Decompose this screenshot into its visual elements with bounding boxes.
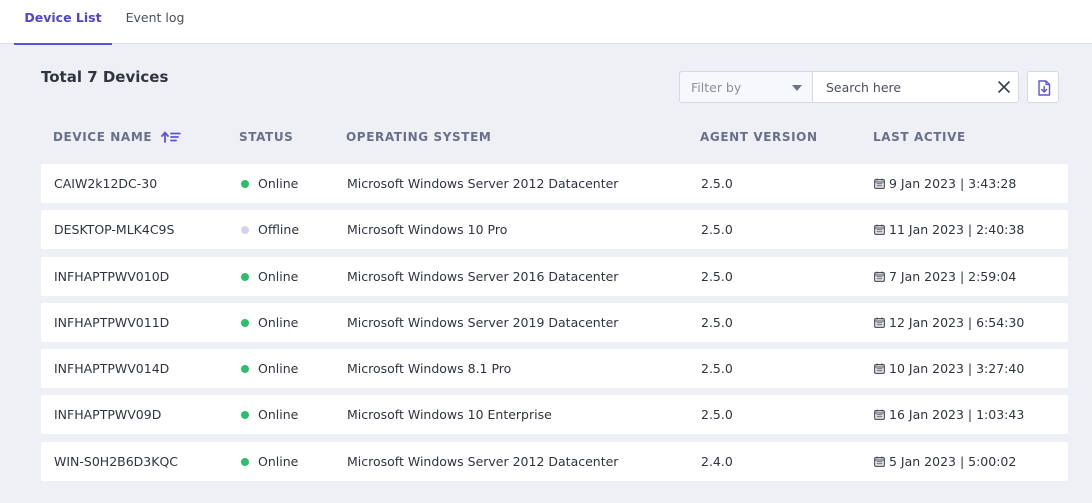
status-cell: Online [241, 349, 298, 388]
operating-system: Microsoft Windows Server 2012 Datacenter [347, 453, 619, 469]
last-active-text: 11 Jan 2023 | 2:40:38 [889, 222, 1025, 238]
status-text: Online [258, 268, 299, 284]
status-cell: Online [241, 395, 298, 434]
status-text: Online [258, 453, 299, 469]
operating-system: Microsoft Windows Server 2019 Datacenter [347, 314, 619, 330]
device-name: DESKTOP-MLK4C9S [54, 222, 175, 238]
column-header-status: STATUS [239, 130, 294, 144]
status-cell: Online [241, 257, 298, 296]
device-name: WIN-S0H2B6D3KQC [54, 453, 179, 469]
calendar-icon [874, 317, 885, 328]
table-row[interactable]: INFHAPTPWV010D Online Microsoft Windows … [41, 256, 1068, 296]
device-name: INFHAPTPWV014D [54, 361, 170, 377]
last-active-cell: 5 Jan 2023 | 5:00:02 [874, 442, 1016, 481]
device-name: INFHAPTPWV011D [54, 314, 170, 330]
agent-version: 2.5.0 [701, 407, 733, 423]
status-dot-icon [241, 180, 249, 188]
status-text: Online [258, 407, 299, 423]
tab-event-log[interactable]: Event log [120, 0, 190, 44]
calendar-icon [874, 409, 885, 421]
device-name: INFHAPTPWV09D [54, 407, 162, 423]
calendar-icon [874, 224, 885, 236]
status-dot-icon [241, 365, 249, 374]
operating-system: Microsoft Windows Server 2016 Datacenter [347, 268, 619, 284]
column-header-label: DEVICE NAME [53, 130, 153, 144]
status-text: Online [258, 361, 299, 377]
last-active-text: 16 Jan 2023 | 1:03:43 [889, 407, 1025, 423]
device-name: CAIW2k12DC-30 [54, 176, 158, 191]
last-active-cell: 12 Jan 2023 | 6:54:30 [874, 303, 1024, 342]
status-dot-icon [241, 457, 249, 466]
device-table: CAIW2k12DC-30 Online Microsoft Windows S… [41, 164, 1068, 488]
search-input[interactable] [813, 72, 989, 102]
last-active-text: 7 Jan 2023 | 2:59:04 [889, 268, 1017, 284]
column-header-last-active: LAST ACTIVE [873, 130, 966, 144]
last-active-text: 9 Jan 2023 | 3:43:28 [889, 176, 1017, 191]
tab-bar: Device List Event log [0, 0, 1092, 45]
operating-system: Microsoft Windows 10 Pro [347, 222, 508, 238]
last-active-text: 10 Jan 2023 | 3:27:40 [889, 361, 1025, 377]
status-cell: Online [241, 303, 298, 342]
close-icon[interactable] [996, 79, 1012, 95]
last-active-text: 12 Jan 2023 | 6:54:30 [889, 314, 1025, 330]
table-row[interactable]: INFHAPTPWV014D Online Microsoft Windows … [41, 349, 1068, 389]
status-cell: Online [241, 164, 298, 203]
status-text: Online [258, 176, 299, 191]
calendar-icon [874, 456, 885, 467]
agent-version: 2.5.0 [701, 314, 733, 330]
calendar-icon [874, 271, 885, 282]
sort-ascending-icon [161, 131, 181, 143]
last-active-cell: 7 Jan 2023 | 2:59:04 [874, 257, 1016, 296]
agent-version: 2.5.0 [701, 361, 733, 377]
last-active-cell: 9 Jan 2023 | 3:43:28 [874, 164, 1016, 203]
agent-version: 2.4.0 [701, 453, 733, 469]
tab-device-list[interactable]: Device List [14, 0, 112, 45]
filter-dropdown[interactable]: Filter by [679, 71, 813, 103]
calendar-icon [874, 178, 885, 189]
operating-system: Microsoft Windows 8.1 Pro [347, 361, 512, 377]
column-header-device-name[interactable]: DEVICE NAME [53, 130, 181, 144]
table-row[interactable]: WIN-S0H2B6D3KQC Online Microsoft Windows… [41, 441, 1068, 481]
caret-down-icon [792, 85, 802, 91]
last-active-cell: 10 Jan 2023 | 3:27:40 [874, 349, 1024, 388]
status-text: Online [258, 314, 299, 330]
last-active-cell: 11 Jan 2023 | 2:40:38 [874, 210, 1024, 249]
agent-version: 2.5.0 [701, 268, 733, 284]
last-active-text: 5 Jan 2023 | 5:00:02 [889, 453, 1017, 469]
operating-system: Microsoft Windows 10 Enterprise [347, 407, 552, 423]
status-cell: Offline [241, 210, 299, 249]
column-header-operating-system: OPERATING SYSTEM [346, 130, 492, 144]
calendar-icon [874, 363, 885, 375]
table-row[interactable]: DESKTOP-MLK4C9S Offline Microsoft Window… [41, 210, 1068, 250]
export-button[interactable] [1027, 71, 1059, 103]
status-dot-icon [241, 272, 249, 281]
status-dot-icon [241, 318, 249, 327]
operating-system: Microsoft Windows Server 2012 Datacenter [347, 176, 619, 191]
agent-version: 2.5.0 [701, 176, 733, 191]
status-text: Offline [258, 222, 300, 238]
column-header-agent-version: AGENT VERSION [700, 130, 818, 144]
status-dot-icon [241, 226, 249, 235]
device-name: INFHAPTPWV010D [54, 268, 170, 284]
status-dot-icon [241, 411, 249, 420]
agent-version: 2.5.0 [701, 222, 733, 238]
table-row[interactable]: INFHAPTPWV09D Online Microsoft Windows 1… [41, 395, 1068, 435]
status-cell: Online [241, 442, 298, 481]
table-row[interactable]: CAIW2k12DC-30 Online Microsoft Windows S… [41, 164, 1068, 203]
last-active-cell: 16 Jan 2023 | 1:03:43 [874, 395, 1024, 434]
file-export-icon [1038, 80, 1051, 96]
page-title: Total 7 Devices [41, 68, 169, 86]
filter-placeholder: Filter by [691, 80, 742, 95]
search-container [813, 71, 1019, 103]
table-row[interactable]: INFHAPTPWV011D Online Microsoft Windows … [41, 302, 1068, 342]
